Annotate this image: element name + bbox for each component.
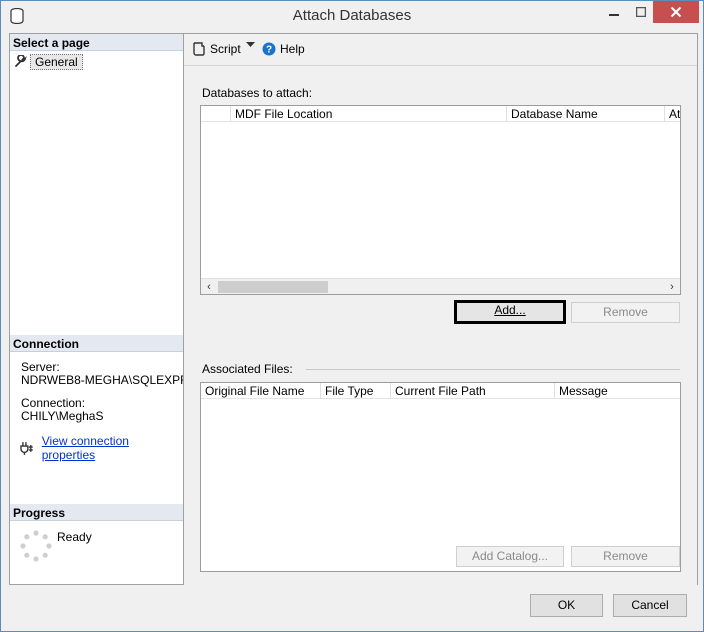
- scrollbar-thumb[interactable]: [218, 281, 328, 293]
- remove-file-button[interactable]: Remove: [571, 546, 680, 567]
- associated-files-grid-header: Original File Name File Type Current Fil…: [201, 383, 680, 399]
- ok-label: OK: [557, 598, 576, 612]
- help-button[interactable]: ? Help: [262, 42, 305, 56]
- title-bar[interactable]: Attach Databases: [1, 1, 703, 31]
- progress-status: Ready: [57, 530, 92, 544]
- add-catalog-button[interactable]: Add Catalog...: [456, 546, 564, 567]
- right-pane: Script ? Help Databases to attach: MDF F…: [184, 33, 698, 586]
- associated-files-grid[interactable]: Original File Name File Type Current Fil…: [200, 382, 681, 572]
- toolbar: Script ? Help: [184, 34, 697, 66]
- cancel-button[interactable]: Cancel: [613, 594, 687, 617]
- help-icon: ?: [262, 42, 276, 56]
- page-item-label: General: [30, 53, 83, 70]
- general-page-content: Databases to attach: MDF File Location D…: [184, 68, 697, 586]
- maximize-icon: [636, 7, 646, 17]
- scroll-left-icon[interactable]: ‹: [201, 279, 217, 295]
- attach-databases-window: Attach Databases Select a page General C…: [0, 0, 704, 632]
- column-attach-as[interactable]: At: [665, 106, 680, 122]
- column-current-file-path[interactable]: Current File Path: [391, 383, 555, 399]
- column-message[interactable]: Message: [555, 383, 680, 399]
- remove-file-label: Remove: [603, 549, 648, 563]
- databases-grid[interactable]: MDF File Location Database Name At ‹ ›: [200, 105, 681, 295]
- server-label: Server:: [21, 361, 60, 374]
- page-item-general[interactable]: General: [14, 53, 83, 70]
- connection-value: CHILY\MeghaS: [21, 410, 104, 423]
- databases-grid-horizontal-scrollbar[interactable]: ‹ ›: [201, 278, 680, 294]
- window-title: Attach Databases: [292, 7, 412, 24]
- progress-spinner-icon: [20, 530, 52, 562]
- script-icon: [193, 42, 205, 56]
- column-file-type[interactable]: File Type: [321, 383, 391, 399]
- left-pane: Select a page General Connection Server:…: [9, 33, 184, 585]
- databases-to-attach-label: Databases to attach:: [202, 86, 313, 100]
- remove-database-label: Remove: [603, 305, 648, 319]
- view-connection-properties-link[interactable]: View connection properties: [42, 434, 183, 462]
- maximize-button[interactable]: [629, 1, 653, 23]
- connection-header: Connection: [10, 335, 183, 352]
- script-label: Script: [210, 42, 241, 56]
- associated-files-divider: [306, 369, 680, 370]
- add-button-label: Add...: [494, 303, 526, 317]
- column-mdf-file-location[interactable]: MDF File Location: [231, 106, 507, 122]
- associated-files-label: Associated Files:: [202, 362, 293, 376]
- chevron-down-icon: [246, 42, 255, 47]
- column-original-file-name[interactable]: Original File Name: [201, 383, 321, 399]
- script-dropdown-button[interactable]: [246, 42, 255, 48]
- scroll-right-icon[interactable]: ›: [664, 279, 680, 295]
- plug-icon: [20, 442, 33, 455]
- databases-grid-header: MDF File Location Database Name At: [201, 106, 680, 122]
- wrench-icon: [15, 55, 27, 67]
- close-button[interactable]: [653, 1, 699, 23]
- connection-label: Connection:: [21, 397, 86, 410]
- row-selector-header: [201, 106, 231, 122]
- remove-database-button[interactable]: Remove: [571, 302, 680, 323]
- svg-text:?: ?: [266, 45, 272, 56]
- select-page-header: Select a page: [10, 34, 183, 51]
- column-database-name[interactable]: Database Name: [507, 106, 665, 122]
- help-label: Help: [280, 42, 305, 56]
- associated-files-row: Associated Files:: [202, 362, 680, 376]
- close-icon: [670, 6, 682, 18]
- script-button[interactable]: Script: [192, 42, 241, 56]
- progress-header: Progress: [10, 504, 183, 521]
- server-value: NDRWEB8-MEGHA\SQLEXPRESS: [21, 374, 183, 387]
- view-connection-row: View connection properties: [20, 434, 183, 462]
- add-button[interactable]: Add...: [454, 300, 566, 324]
- cancel-label: Cancel: [631, 598, 669, 612]
- minimize-button[interactable]: [599, 1, 629, 23]
- ok-button[interactable]: OK: [530, 594, 603, 617]
- minimize-icon: [609, 14, 619, 16]
- dialog-footer: OK Cancel: [1, 586, 703, 631]
- add-catalog-label: Add Catalog...: [471, 549, 549, 563]
